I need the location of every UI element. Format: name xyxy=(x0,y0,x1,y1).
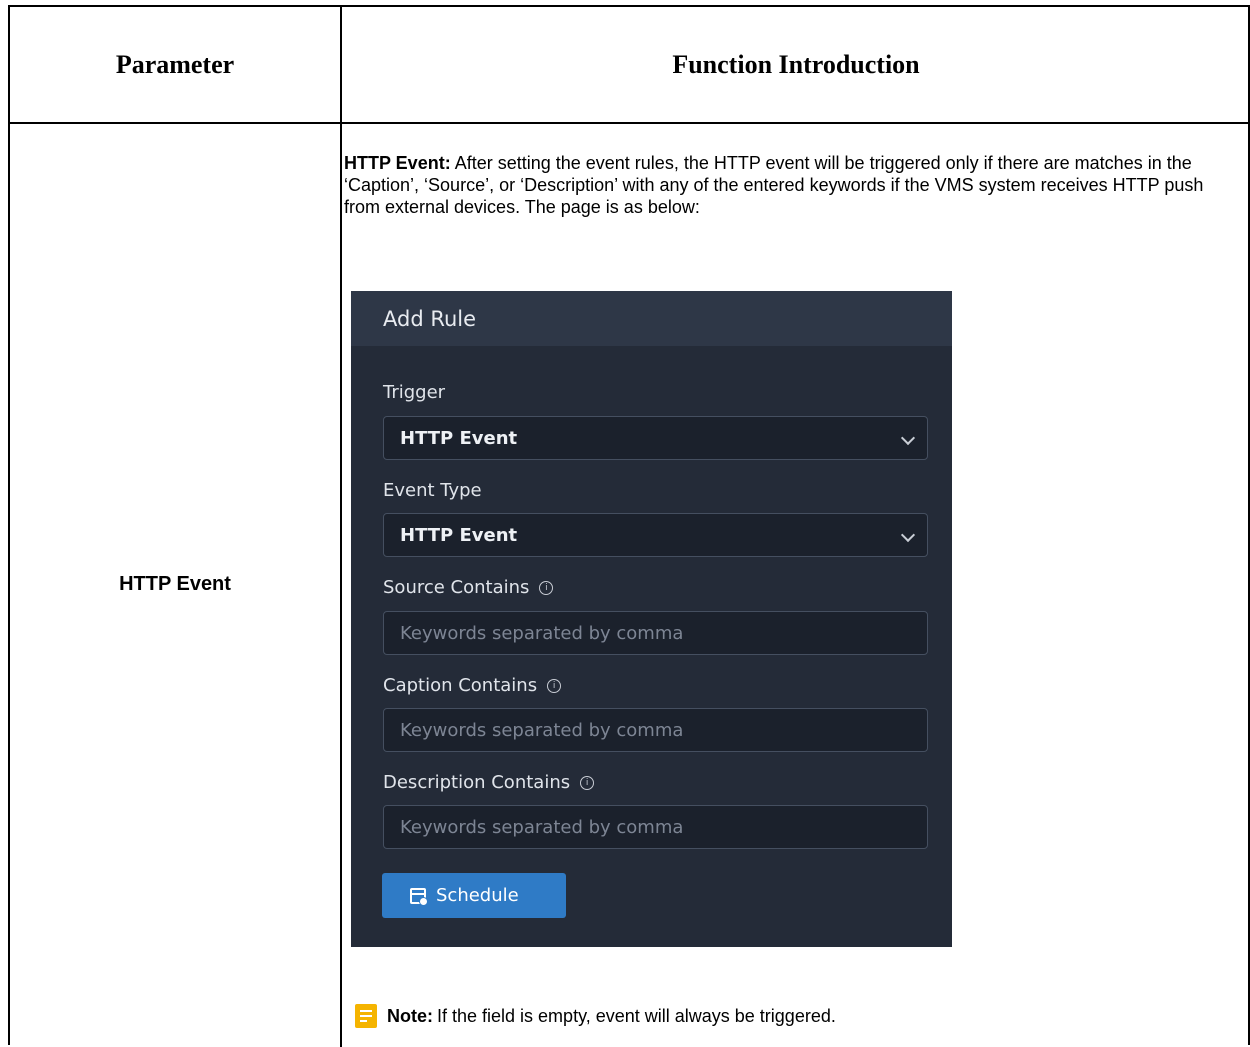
description-contains-placeholder: Keywords separated by comma xyxy=(400,816,684,838)
event-type-label-text: Event Type xyxy=(383,480,482,501)
chevron-down-icon xyxy=(900,527,916,543)
caption-contains-placeholder: Keywords separated by comma xyxy=(400,719,684,741)
column-divider xyxy=(340,7,342,1047)
source-contains-label: Source Contains i xyxy=(383,577,554,598)
source-contains-placeholder: Keywords separated by comma xyxy=(400,622,684,644)
header-parameter: Parameter xyxy=(115,49,235,79)
event-type-select-value: HTTP Event xyxy=(400,524,518,546)
info-icon[interactable]: i xyxy=(547,678,562,693)
calendar-icon xyxy=(410,887,428,906)
chevron-down-icon xyxy=(900,430,916,446)
schedule-button-label: Schedule xyxy=(436,885,519,906)
intro-paragraph: HTTP Event: After setting the event rule… xyxy=(344,152,1224,218)
note-icon xyxy=(355,1004,377,1028)
event-type-select[interactable]: HTTP Event xyxy=(383,513,928,557)
trigger-select[interactable]: HTTP Event xyxy=(383,416,928,460)
description-contains-label-text: Description Contains xyxy=(383,772,571,793)
caption-contains-label-text: Caption Contains xyxy=(383,675,538,696)
note-lead: Note: xyxy=(387,1005,433,1026)
trigger-label: Trigger xyxy=(383,382,445,403)
header-divider xyxy=(10,122,1248,124)
add-rule-dialog-screenshot: Add Rule Trigger HTTP Event Event Type H… xyxy=(351,291,952,947)
description-contains-input[interactable]: Keywords separated by comma xyxy=(383,805,928,849)
note-text: If the field is empty, event will always… xyxy=(437,1005,836,1026)
description-contains-label: Description Contains i xyxy=(383,772,595,793)
dialog-title: Add Rule xyxy=(351,291,952,346)
caption-contains-input[interactable]: Keywords separated by comma xyxy=(383,708,928,752)
trigger-select-value: HTTP Event xyxy=(400,427,518,449)
source-contains-label-text: Source Contains xyxy=(383,577,530,598)
schedule-button[interactable]: Schedule xyxy=(382,873,566,918)
header-function-introduction: Function Introduction xyxy=(672,49,920,79)
info-icon[interactable]: i xyxy=(539,580,554,595)
caption-contains-label: Caption Contains i xyxy=(383,675,562,696)
intro-lead: HTTP Event: xyxy=(344,153,451,173)
event-type-label: Event Type xyxy=(383,480,482,501)
note: Note: If the field is empty, event will a… xyxy=(355,1004,836,1028)
row-label-http-event: HTTP Event xyxy=(119,573,231,595)
info-icon[interactable]: i xyxy=(580,775,595,790)
source-contains-input[interactable]: Keywords separated by comma xyxy=(383,611,928,655)
trigger-label-text: Trigger xyxy=(383,382,446,403)
intro-text: After setting the event rules, the HTTP … xyxy=(344,153,1204,217)
